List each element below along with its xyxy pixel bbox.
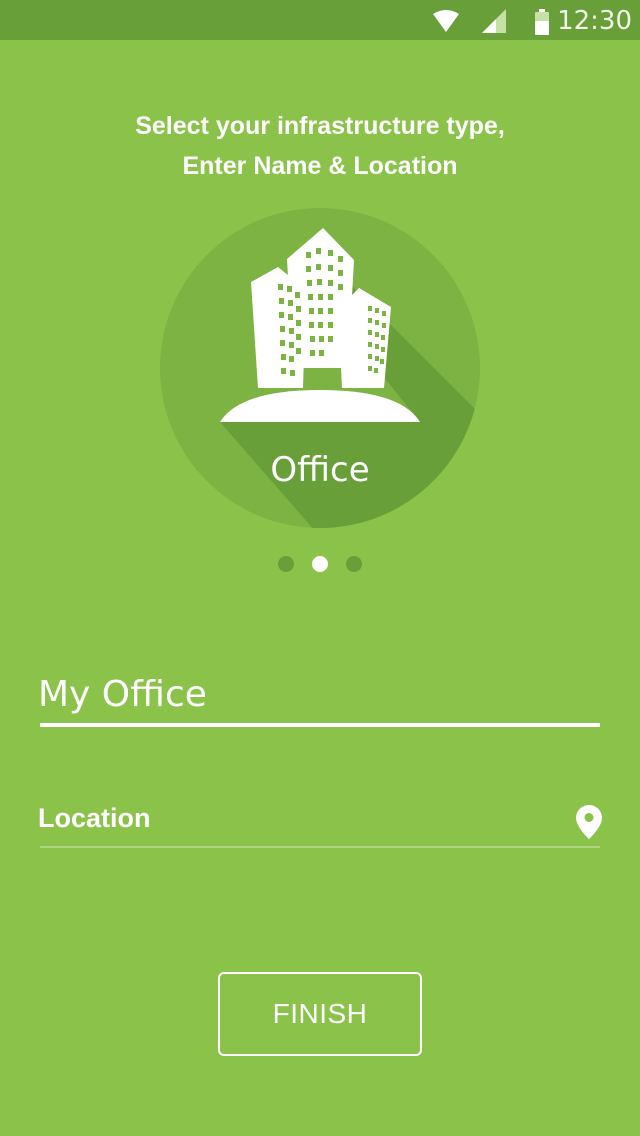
location-input-underline bbox=[40, 846, 600, 848]
page-dot-2-active[interactable] bbox=[312, 556, 328, 572]
finish-button[interactable]: FINISH bbox=[218, 972, 422, 1056]
wifi-icon bbox=[433, 10, 459, 32]
location-input[interactable] bbox=[38, 800, 558, 836]
instructions-line-1: Select your infrastructure type, bbox=[135, 112, 505, 140]
infrastructure-type-label: Office bbox=[270, 450, 370, 490]
signal-icon bbox=[482, 9, 506, 33]
status-time: 12:30 bbox=[557, 6, 632, 36]
infrastructure-type-carousel[interactable]: Office bbox=[0, 200, 640, 530]
page-indicator bbox=[0, 556, 640, 572]
name-input-underline bbox=[40, 723, 600, 727]
instructions: Select your infrastructure type, Enter N… bbox=[0, 106, 640, 186]
name-input[interactable] bbox=[38, 668, 600, 720]
battery-icon bbox=[535, 9, 549, 35]
page-dot-3[interactable] bbox=[346, 556, 363, 572]
instructions-line-2: Enter Name & Location bbox=[182, 152, 458, 180]
page-dot-1[interactable] bbox=[277, 556, 294, 572]
status-bar: 12:30 bbox=[0, 0, 640, 40]
map-pin-icon[interactable] bbox=[576, 805, 602, 839]
